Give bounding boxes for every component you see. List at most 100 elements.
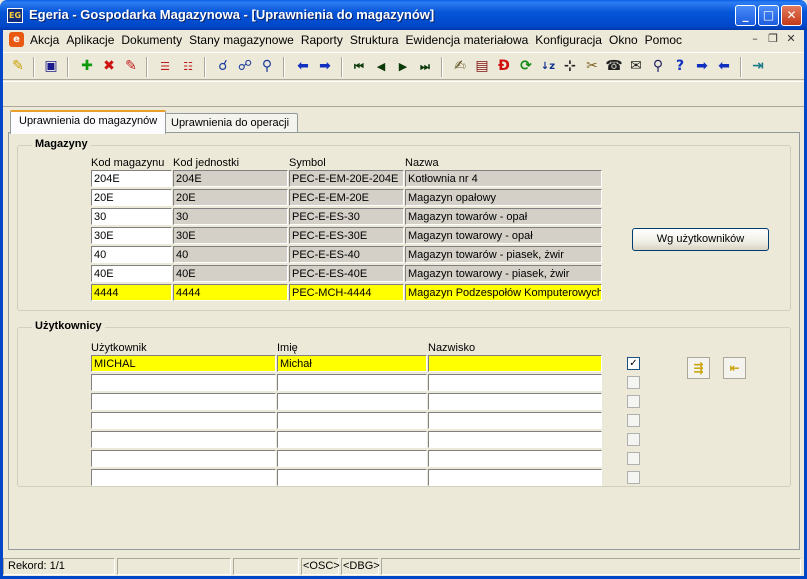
- edit-icon[interactable]: ✎: [121, 56, 141, 77]
- magazyn-cell-jednostka[interactable]: 30E: [173, 227, 288, 244]
- uzytkownik-cell-imie[interactable]: [277, 412, 427, 429]
- magazyn-cell-jednostka[interactable]: 4444: [173, 284, 288, 301]
- next-icon[interactable]: ▶: [393, 56, 413, 77]
- uzytkownik-cell-uzytkownik[interactable]: [91, 469, 276, 486]
- close-button[interactable]: ✕: [781, 5, 802, 26]
- note-icon[interactable]: ✍: [450, 56, 470, 77]
- uzytkownik-cell-nazwisko[interactable]: [428, 431, 602, 448]
- uzytkownik-cell-nazwisko[interactable]: [428, 450, 602, 467]
- tab-uprawnienia-do-operacji[interactable]: Uprawnienia do operacji: [162, 113, 299, 133]
- menu-item-9[interactable]: Pomoc: [644, 32, 688, 48]
- doc-icon[interactable]: Ð: [494, 56, 514, 77]
- uzytkownik-cell-uzytkownik[interactable]: MICHAL: [91, 355, 276, 372]
- wg-uzytkownikow-button[interactable]: Wg użytkowników: [632, 228, 769, 251]
- uzytkownik-cell-nazwisko[interactable]: [428, 355, 602, 372]
- magazyn-cell-nazwa[interactable]: Magazyn towarów - opał: [405, 208, 602, 225]
- uzytkownik-checkbox[interactable]: [627, 471, 640, 484]
- uzytkownik-checkbox[interactable]: [627, 395, 640, 408]
- magazyn-cell-nazwa[interactable]: Magazyn Podzespołów Komputerowych: [405, 284, 602, 301]
- uzytkownik-cell-imie[interactable]: [277, 450, 427, 467]
- magazyn-cell-symbol[interactable]: PEC-E-EM-20E-204E: [289, 170, 404, 187]
- first-icon[interactable]: ⏮: [349, 56, 369, 77]
- report-icon[interactable]: ▤: [472, 56, 492, 77]
- menu-item-3[interactable]: Stany magazynowe: [188, 32, 300, 48]
- magazyn-cell-kod[interactable]: 40: [91, 246, 172, 263]
- uzytkownik-cell-nazwisko[interactable]: [428, 412, 602, 429]
- uzytkownik-cell-imie[interactable]: [277, 393, 427, 410]
- uzytkownik-cell-nazwisko[interactable]: [428, 374, 602, 391]
- menu-item-1[interactable]: Aplikacje: [65, 32, 120, 48]
- magazyn-cell-nazwa[interactable]: Magazyn towarów - piasek, żwir: [405, 246, 602, 263]
- tab-uprawnienia-do-magazynow[interactable]: Uprawnienia do magazynów: [10, 110, 167, 134]
- magazyn-cell-jednostka[interactable]: 40: [173, 246, 288, 263]
- minimize-button[interactable]: _: [735, 5, 756, 26]
- magazyn-cell-symbol[interactable]: PEC-MCH-4444: [289, 284, 404, 301]
- refresh-search-icon[interactable]: ⚲: [257, 56, 277, 77]
- uzytkownik-cell-uzytkownik[interactable]: [91, 412, 276, 429]
- uzytkownik-cell-uzytkownik[interactable]: [91, 431, 276, 448]
- uzytkownik-cell-nazwisko[interactable]: [428, 393, 602, 410]
- prev-icon[interactable]: ◀: [371, 56, 391, 77]
- search-icon[interactable]: ☌: [213, 56, 233, 77]
- save-icon[interactable]: ▣: [41, 56, 61, 77]
- menu-item-6[interactable]: Ewidencja materiałowa: [405, 32, 535, 48]
- magazyn-cell-kod[interactable]: 30E: [91, 227, 172, 244]
- menu-item-4[interactable]: Raporty: [300, 32, 349, 48]
- magazyn-cell-kod[interactable]: 30: [91, 208, 172, 225]
- nav-right-icon[interactable]: ➡: [692, 56, 712, 77]
- uzytkownik-checkbox[interactable]: [627, 433, 640, 446]
- mdi-close-button[interactable]: ✕: [784, 32, 798, 46]
- tools-icon[interactable]: ✂: [582, 56, 602, 77]
- uzytkownik-cell-uzytkownik[interactable]: [91, 374, 276, 391]
- forward-icon[interactable]: ➡: [315, 56, 335, 77]
- magazyn-cell-symbol[interactable]: PEC-E-ES-30E: [289, 227, 404, 244]
- query-icon[interactable]: ⚲: [648, 56, 668, 77]
- document-icon[interactable]: e: [9, 32, 24, 47]
- uzytkownik-cell-nazwisko[interactable]: [428, 469, 602, 486]
- magazyn-cell-jednostka[interactable]: 20E: [173, 189, 288, 206]
- merge-icon[interactable]: ☷: [178, 56, 198, 77]
- magazyn-cell-nazwa[interactable]: Magazyn opałowy: [405, 189, 602, 206]
- add-icon[interactable]: ✚: [77, 56, 97, 77]
- refresh-icon[interactable]: ⟳: [516, 56, 536, 77]
- uzytkownik-cell-uzytkownik[interactable]: [91, 450, 276, 467]
- magazyn-cell-symbol[interactable]: PEC-E-ES-40E: [289, 265, 404, 282]
- add-all-icon[interactable]: ⇶: [687, 357, 710, 379]
- uzytkownik-checkbox[interactable]: [627, 376, 640, 389]
- last-icon[interactable]: ⏭: [415, 56, 435, 77]
- menu-item-2[interactable]: Dokumenty: [120, 32, 188, 48]
- phone-icon[interactable]: ☎: [604, 56, 624, 77]
- magazyn-cell-jednostka[interactable]: 40E: [173, 265, 288, 282]
- nav-left-icon[interactable]: ⬅: [714, 56, 734, 77]
- delete-icon[interactable]: ✖: [99, 56, 119, 77]
- app-icon[interactable]: EG: [7, 8, 23, 23]
- magazyn-cell-jednostka[interactable]: 204E: [173, 170, 288, 187]
- menu-item-7[interactable]: Konfiguracja: [534, 32, 608, 48]
- exit-icon[interactable]: ⇥: [748, 56, 768, 77]
- tree-icon[interactable]: ⊹: [560, 56, 580, 77]
- magazyn-cell-symbol[interactable]: PEC-E-ES-40: [289, 246, 404, 263]
- mdi-minimize-button[interactable]: –: [748, 32, 762, 46]
- uzytkownik-cell-imie[interactable]: [277, 469, 427, 486]
- magazyn-cell-kod[interactable]: 204E: [91, 170, 172, 187]
- magazyn-cell-symbol[interactable]: PEC-E-EM-20E: [289, 189, 404, 206]
- menu-item-8[interactable]: Okno: [608, 32, 644, 48]
- uzytkownik-checkbox[interactable]: [627, 452, 640, 465]
- magazyn-cell-kod[interactable]: 40E: [91, 265, 172, 282]
- uzytkownik-checkbox[interactable]: [627, 414, 640, 427]
- uzytkownik-cell-imie[interactable]: [277, 431, 427, 448]
- uzytkownik-cell-uzytkownik[interactable]: [91, 393, 276, 410]
- menu-item-5[interactable]: Struktura: [349, 32, 405, 48]
- remove-all-icon[interactable]: ⇤: [723, 357, 746, 379]
- magazyn-cell-symbol[interactable]: PEC-E-ES-30: [289, 208, 404, 225]
- mail-icon[interactable]: ✉: [626, 56, 646, 77]
- magazyn-cell-nazwa[interactable]: Magazyn towarowy - piasek, żwir: [405, 265, 602, 282]
- menu-item-0[interactable]: Akcja: [29, 32, 65, 48]
- maximize-button[interactable]: □: [758, 5, 779, 26]
- uzytkownik-cell-imie[interactable]: Michał: [277, 355, 427, 372]
- mdi-restore-button[interactable]: ❐: [766, 32, 780, 46]
- search-next-icon[interactable]: ☍: [235, 56, 255, 77]
- magazyn-cell-nazwa[interactable]: Magazyn towarowy - opał: [405, 227, 602, 244]
- magazyn-cell-nazwa[interactable]: Kotłownia nr 4: [405, 170, 602, 187]
- magazyn-cell-jednostka[interactable]: 30: [173, 208, 288, 225]
